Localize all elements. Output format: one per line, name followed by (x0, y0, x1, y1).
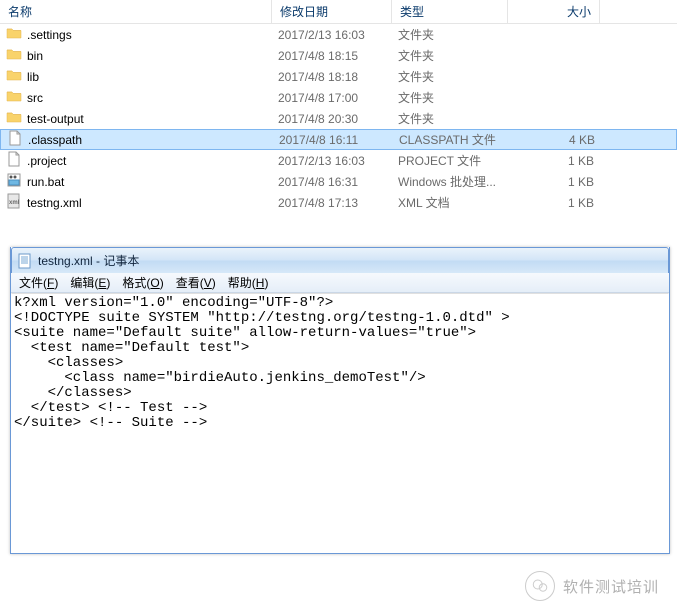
file-row[interactable]: .classpath 2017/4/8 16:11CLASSPATH 文件4 KB (0, 129, 677, 150)
file-icon (7, 130, 28, 149)
menu-item-f[interactable]: 文件(F) (13, 272, 64, 293)
file-date: 2017/4/8 17:00 (272, 91, 392, 105)
file-list: .settings2017/2/13 16:03文件夹bin2017/4/8 1… (0, 24, 677, 213)
file-name: .settings (27, 28, 72, 42)
file-size: 4 KB (509, 133, 601, 147)
file-explorer: 名称 修改日期 类型 大小 .settings2017/2/13 16:03文件… (0, 0, 677, 213)
file-size: 1 KB (508, 196, 600, 210)
file-size: 1 KB (508, 154, 600, 168)
file-date: 2017/2/13 16:03 (272, 154, 392, 168)
notepad-window: testng.xml - 记事本 文件(F)编辑(E)格式(O)查看(V)帮助(… (10, 247, 670, 554)
file-type: 文件夹 (392, 89, 508, 106)
folder-icon (6, 46, 27, 65)
file-date: 2017/4/8 16:31 (272, 175, 392, 189)
file-name: testng.xml (27, 196, 82, 210)
file-row[interactable]: .project 2017/2/13 16:03PROJECT 文件1 KB (0, 150, 677, 171)
watermark: 软件测试培训 (525, 571, 659, 601)
file-icon (6, 151, 27, 170)
file-type: Windows 批处理... (392, 173, 508, 190)
file-name: test-output (27, 112, 84, 126)
file-date: 2017/4/8 17:13 (272, 196, 392, 210)
file-name: lib (27, 70, 39, 84)
column-headers: 名称 修改日期 类型 大小 (0, 0, 677, 24)
menu-item-e[interactable]: 编辑(E) (64, 272, 116, 293)
header-name[interactable]: 名称 (0, 0, 272, 23)
svg-text:xml: xml (9, 200, 20, 206)
file-name: .classpath (28, 133, 82, 147)
file-date: 2017/2/13 16:03 (272, 28, 392, 42)
header-size[interactable]: 大小 (508, 0, 600, 23)
file-name: bin (27, 49, 43, 63)
menu-item-v[interactable]: 查看(V) (170, 272, 222, 293)
file-row[interactable]: src 2017/4/8 17:00文件夹 (0, 87, 677, 108)
file-row[interactable]: bin 2017/4/8 18:15文件夹 (0, 45, 677, 66)
file-size: 1 KB (508, 175, 600, 189)
file-name: run.bat (27, 175, 64, 189)
bat-icon (6, 172, 27, 191)
file-date: 2017/4/8 18:18 (272, 70, 392, 84)
file-row[interactable]: xml testng.xml 2017/4/8 17:13XML 文档1 KB (0, 192, 677, 213)
file-type: CLASSPATH 文件 (393, 131, 509, 148)
menu-item-h[interactable]: 帮助(H) (222, 272, 275, 293)
editor-content[interactable]: k?xml version="1.0" encoding="UTF-8"?> <… (11, 293, 669, 553)
file-type: XML 文档 (392, 194, 508, 211)
file-name: src (27, 91, 43, 105)
file-row[interactable]: lib 2017/4/8 18:18文件夹 (0, 66, 677, 87)
file-type: 文件夹 (392, 68, 508, 85)
file-type: 文件夹 (392, 26, 508, 43)
wechat-icon (525, 571, 555, 601)
notepad-icon (17, 253, 33, 269)
titlebar[interactable]: testng.xml - 记事本 (11, 247, 669, 273)
file-date: 2017/4/8 20:30 (272, 112, 392, 126)
header-type[interactable]: 类型 (392, 0, 508, 23)
file-date: 2017/4/8 18:15 (272, 49, 392, 63)
file-row[interactable]: test-output 2017/4/8 20:30文件夹 (0, 108, 677, 129)
xml-icon: xml (6, 193, 27, 212)
file-type: PROJECT 文件 (392, 152, 508, 169)
window-title: testng.xml - 记事本 (38, 252, 139, 269)
file-name: .project (27, 154, 66, 168)
file-row[interactable]: run.bat 2017/4/8 16:31Windows 批处理...1 KB (0, 171, 677, 192)
menu-item-o[interactable]: 格式(O) (116, 272, 169, 293)
folder-icon (6, 109, 27, 128)
header-date[interactable]: 修改日期 (272, 0, 392, 23)
folder-icon (6, 88, 27, 107)
menubar: 文件(F)编辑(E)格式(O)查看(V)帮助(H) (11, 273, 669, 293)
file-type: 文件夹 (392, 47, 508, 64)
folder-icon (6, 25, 27, 44)
file-row[interactable]: .settings 2017/2/13 16:03文件夹 (0, 24, 677, 45)
watermark-text: 软件测试培训 (563, 576, 659, 597)
folder-icon (6, 67, 27, 86)
file-date: 2017/4/8 16:11 (273, 133, 393, 147)
file-type: 文件夹 (392, 110, 508, 127)
